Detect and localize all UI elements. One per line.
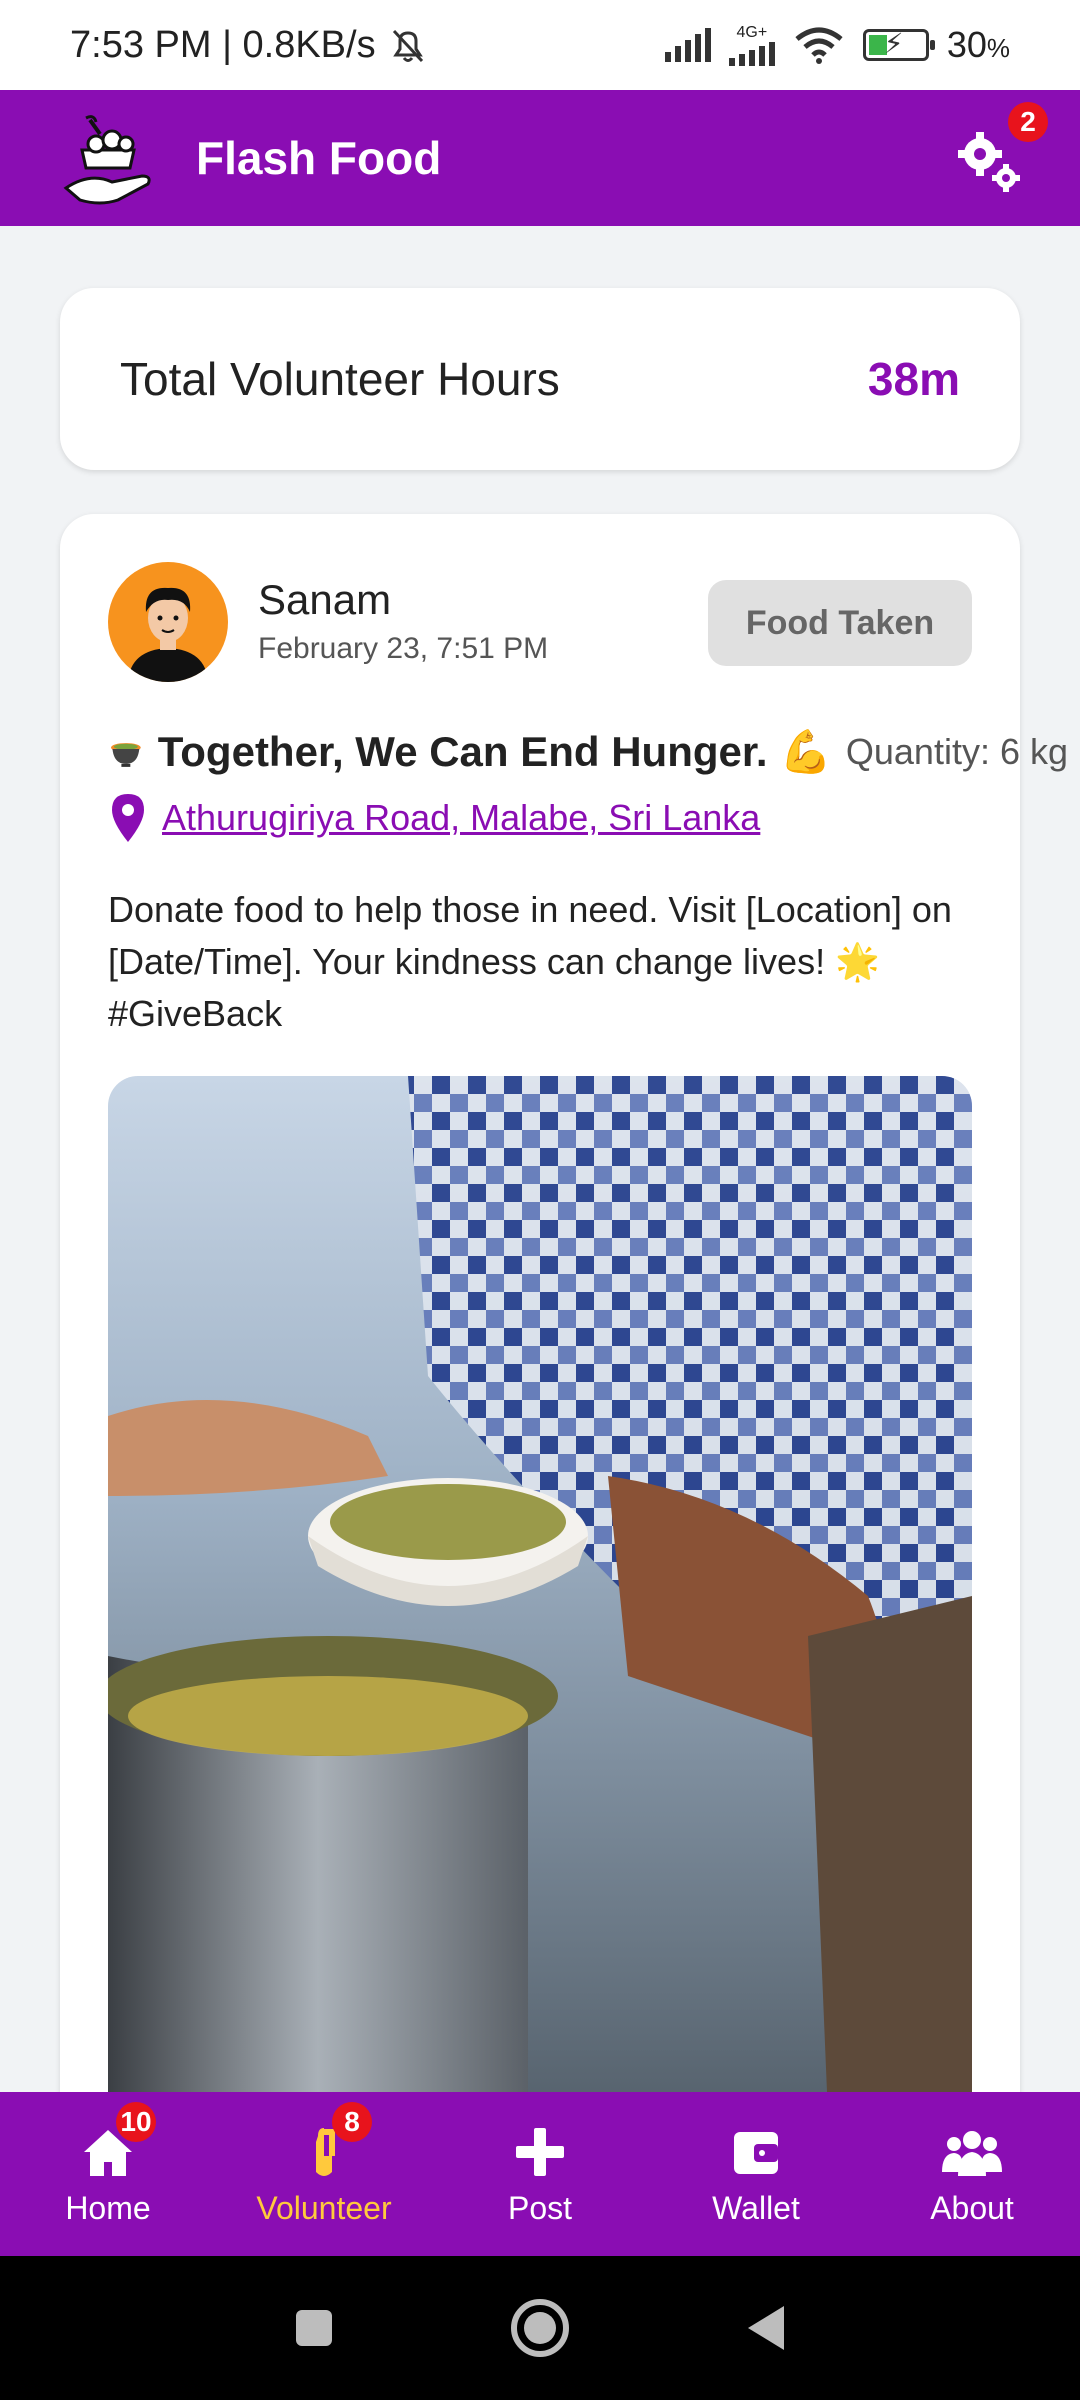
food-donation-image: [108, 1076, 972, 2116]
nav-label-home: Home: [65, 2189, 151, 2226]
settings-badge: 2: [1008, 102, 1048, 142]
location-pin-icon: [112, 794, 144, 842]
volunteer-badge: 8: [332, 2101, 372, 2142]
post-location-row[interactable]: Athurugiriya Road, Malabe, Sri Lanka: [108, 792, 760, 844]
nav-label-about: About: [930, 2189, 1014, 2226]
app-header: Flash Food 2: [0, 90, 1080, 226]
nav-item-home[interactable]: 10 Home: [0, 2092, 216, 2256]
battery-icon: ⚡: [862, 29, 935, 61]
flexed-biceps-icon: 💪: [779, 727, 832, 775]
nav-label-post: Post: [507, 2189, 573, 2226]
home-badge: 10: [116, 2101, 156, 2142]
network-label: 4G+: [736, 24, 768, 41]
hours-label: Total Volunteer Hours: [120, 353, 560, 405]
wallet-icon: [726, 2122, 786, 2182]
food-taken-button[interactable]: Food Taken: [708, 580, 972, 666]
nav-item-post[interactable]: Post: [432, 2092, 648, 2256]
post-headline-row: Together, We Can End Hunger. 💪 Quantity:…: [108, 722, 1068, 782]
nav-item-about[interactable]: About: [864, 2092, 1080, 2256]
home-icon: 10: [78, 2101, 156, 2182]
bottom-navigation: 10 Home 8 Volunteer Post Wallet About: [0, 2092, 1080, 2256]
food-pot-icon: [110, 743, 141, 767]
back-icon[interactable]: [742, 2302, 790, 2354]
wifi-icon: [795, 27, 843, 64]
settings-button[interactable]: 2: [954, 102, 1048, 194]
home-circle-icon[interactable]: [508, 2296, 572, 2360]
avatar-illustration: [128, 587, 208, 682]
battery-level: 30%: [946, 24, 1010, 65]
post-header: Sanam February 23, 7:51 PM Food Taken: [108, 562, 972, 686]
hours-value: 38m: [867, 353, 960, 405]
post-card: Sanam February 23, 7:51 PM Food Taken To…: [60, 514, 1068, 2116]
nav-item-volunteer[interactable]: 8 Volunteer: [216, 2092, 432, 2256]
recent-apps-icon[interactable]: [290, 2304, 338, 2352]
system-navigation-bar: [0, 2256, 1080, 2400]
app-title: Flash Food: [196, 132, 442, 184]
nav-item-wallet[interactable]: Wallet: [648, 2092, 864, 2256]
post-headline: Together, We Can End Hunger.: [157, 728, 768, 775]
status-bar: 7:53 PM | 0.8KB/s 4G+ ⚡ 30%: [0, 0, 1080, 90]
status-time-speed: 7:53 PM | 0.8KB/s: [70, 23, 376, 66]
food-donation-photo: [108, 1076, 972, 2116]
status-right: 4G+ ⚡ 30%: [664, 24, 1010, 66]
post-description: Donate food to help those in need. Visit…: [108, 889, 952, 1034]
app-logo: [63, 115, 151, 205]
plus-icon: [510, 2122, 570, 2182]
volunteer-hours-card: Total Volunteer Hours 38m: [60, 288, 1020, 470]
avatar[interactable]: [108, 562, 228, 682]
nav-label-volunteer: Volunteer: [256, 2189, 392, 2226]
volunteer-icon: 8: [294, 2101, 372, 2182]
people-icon: [942, 2122, 1002, 2182]
signal-4g-icon: 4G+: [728, 24, 775, 66]
mute-bell-icon: [392, 29, 423, 63]
signal-icon: [664, 28, 711, 62]
nav-label-wallet: Wallet: [712, 2189, 800, 2226]
post-date: February 23, 7:51 PM: [258, 632, 549, 665]
post-quantity: Quantity: 6 kg: [845, 731, 1068, 772]
post-author-name[interactable]: Sanam: [258, 576, 391, 624]
post-location-link[interactable]: Athurugiriya Road, Malabe, Sri Lanka: [162, 797, 760, 839]
status-left: 7:53 PM | 0.8KB/s: [70, 24, 430, 67]
